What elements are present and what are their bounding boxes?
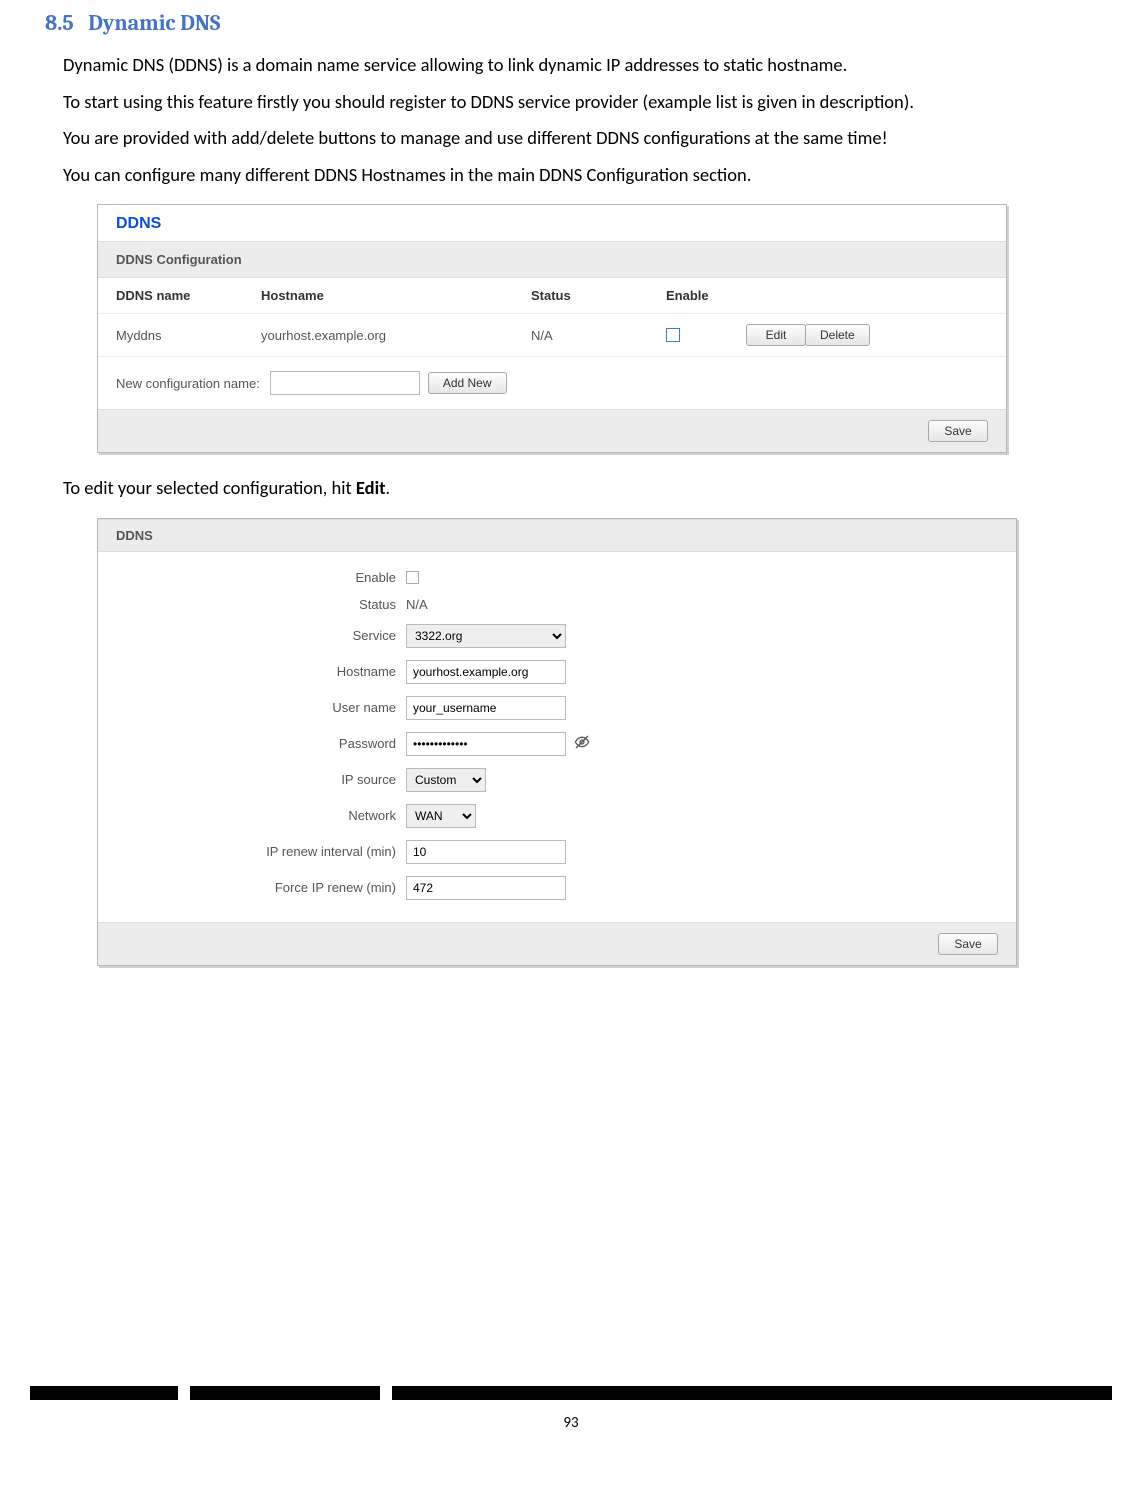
form-row-enable: Enable [98,564,1016,591]
eye-icon[interactable] [574,734,590,753]
save-button[interactable]: Save [938,933,998,955]
footer-bar [0,1386,1142,1400]
label-iprenew: IP renew interval (min) [116,844,406,859]
label-username: User name [116,700,406,715]
label-password: Password [116,736,406,751]
iprenew-input[interactable] [406,840,566,864]
edit-button[interactable]: Edit [746,324,806,346]
footer-segment [190,1386,380,1400]
cell-ddns-name: Myddns [116,328,261,343]
panel-footer: Save [98,409,1006,452]
paragraph: You can configure many different DDNS Ho… [63,160,1122,191]
value-status: N/A [406,597,428,612]
form-row-service: Service 3322.org [98,618,1016,654]
cell-status: N/A [531,328,666,343]
footer-segment [30,1386,178,1400]
form-row-forceip: Force IP renew (min) [98,870,1016,906]
network-select[interactable]: WAN [406,804,476,828]
enable-checkbox[interactable] [406,571,419,584]
paragraph: Dynamic DNS (DDNS) is a domain name serv… [63,50,1122,81]
ddns-config-panel: DDNS DDNS Configuration DDNS name Hostna… [97,204,1007,453]
add-new-button[interactable]: Add New [428,372,507,394]
form-row-network: Network WAN [98,798,1016,834]
paragraph: To edit your selected configuration, hit… [63,473,1122,504]
forceip-input[interactable] [406,876,566,900]
password-input[interactable] [406,732,566,756]
table-header-row: DDNS name Hostname Status Enable [98,278,1006,314]
new-config-label: New configuration name: [116,376,260,391]
service-select[interactable]: 3322.org [406,624,566,648]
form-row-hostname: Hostname [98,654,1016,690]
new-config-input[interactable] [270,371,420,395]
col-header-enable: Enable [666,288,746,303]
page-number: 93 [0,1414,1142,1432]
panel-title: DDNS [98,519,1016,552]
label-service: Service [116,628,406,643]
label-network: Network [116,808,406,823]
label-status: Status [116,597,406,612]
panel-title: DDNS [98,205,1006,241]
col-header-name: DDNS name [116,288,261,303]
enable-checkbox[interactable] [666,328,680,342]
hostname-input[interactable] [406,660,566,684]
delete-button[interactable]: Delete [805,324,870,346]
form-row-ipsource: IP source Custom [98,762,1016,798]
table-row: Myddns yourhost.example.org N/A EditDele… [98,314,1006,357]
paragraph: You are provided with add/delete buttons… [63,123,1122,154]
new-config-row: New configuration name: Add New [98,357,1006,409]
ddns-edit-panel: DDNS Enable Status N/A Service 3322.org [97,518,1017,966]
label-forceip: Force IP renew (min) [116,880,406,895]
save-button[interactable]: Save [928,420,988,442]
cell-hostname: yourhost.example.org [261,328,531,343]
footer-segment [392,1386,1112,1400]
paragraph: To start using this feature firstly you … [63,87,1122,118]
form-row-username: User name [98,690,1016,726]
panel-subheader: DDNS Configuration [98,241,1006,278]
form-row-password: Password [98,726,1016,762]
username-input[interactable] [406,696,566,720]
section-number: 8.5 [45,10,74,36]
col-header-hostname: Hostname [261,288,531,303]
section-title: Dynamic DNS [88,10,220,36]
col-header-status: Status [531,288,666,303]
section-heading: 8.5 Dynamic DNS [45,10,1122,36]
form-row-status: Status N/A [98,591,1016,618]
ipsource-select[interactable]: Custom [406,768,486,792]
label-enable: Enable [116,570,406,585]
label-hostname: Hostname [116,664,406,679]
form-row-iprenew: IP renew interval (min) [98,834,1016,870]
label-ipsource: IP source [116,772,406,787]
panel-footer: Save [98,922,1016,965]
